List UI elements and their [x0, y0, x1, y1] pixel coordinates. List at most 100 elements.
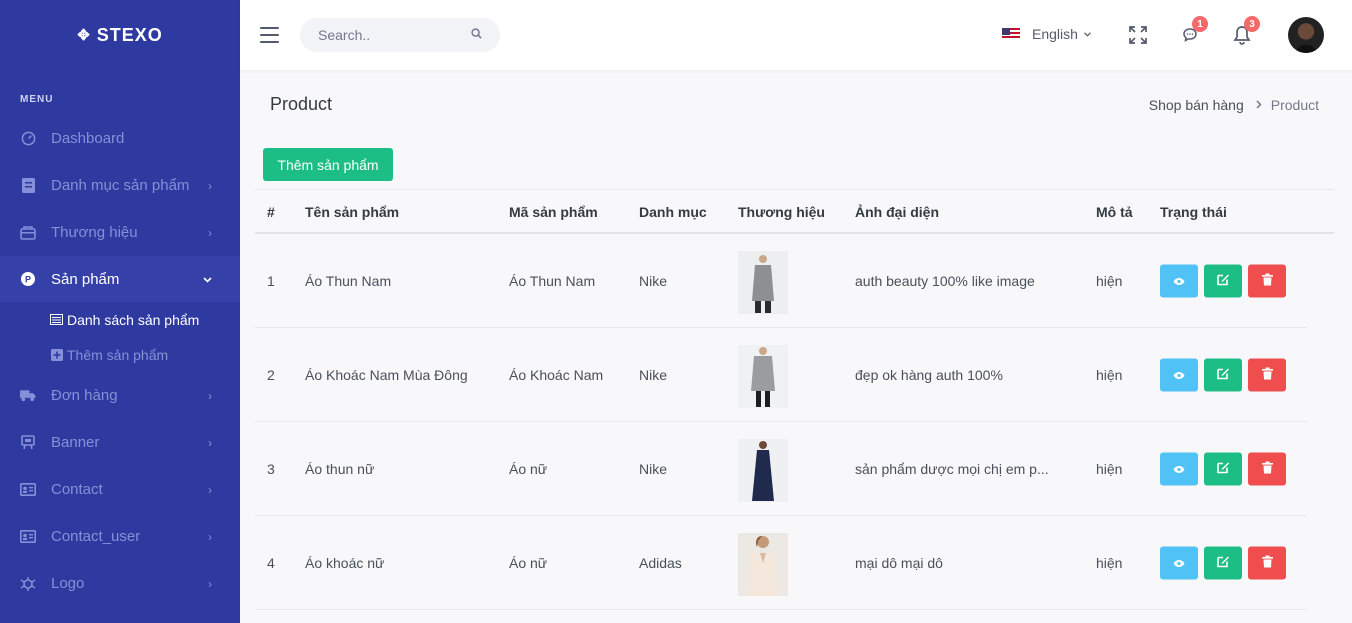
product-description: sản phẩm dược mọi chị em p... [855, 460, 1049, 477]
product-status: hiện [1096, 554, 1123, 571]
trash-icon [1261, 461, 1273, 476]
sidebar: ✥ STEXO MENU Dashboard Danh mục sản phẩm… [0, 0, 240, 623]
delete-button[interactable] [1248, 358, 1286, 391]
row-index: 4 [267, 554, 275, 571]
product-status: hiện [1096, 366, 1123, 383]
eye-icon [1173, 273, 1185, 288]
sidebar-item-dashboard[interactable]: Dashboard [0, 115, 240, 162]
notification-bell-icon[interactable]: 3 [1230, 16, 1260, 47]
row-actions [1160, 546, 1286, 579]
product-code: Áo Khoác Nam [509, 366, 604, 383]
notification-badge: 3 [1244, 16, 1260, 32]
breadcrumb-home-link[interactable]: Shop bán hàng [1149, 97, 1244, 113]
column-header: Trạng thái [1160, 204, 1227, 220]
sidebar-item-contact[interactable]: Contact › [0, 466, 240, 513]
sidebar-item-label: Sản phẩm [51, 270, 120, 288]
view-button[interactable] [1160, 264, 1198, 297]
product-thumbnail [738, 345, 788, 408]
brand-logo-icon: ✥ [77, 27, 91, 44]
language-selector[interactable]: English [1002, 26, 1091, 42]
row-index: 3 [267, 460, 275, 477]
product-table: # Tên sản phẩm Mã sản phẩm Danh mục Thươ… [255, 189, 1334, 610]
contact-user-icon [20, 529, 36, 545]
add-product-button[interactable]: Thêm sản phẩm [263, 148, 393, 181]
chevron-right-icon [1256, 98, 1262, 112]
product-category: Nike [639, 460, 668, 477]
table-row: 3 Áo thun nữ Áo nữ Nike sản phẩm dược mọ… [255, 422, 1307, 516]
product-status: hiện [1096, 460, 1123, 477]
sidebar-item-products[interactable]: P Sản phẩm [0, 256, 240, 302]
brand-logo[interactable]: ✥ STEXO [0, 0, 240, 70]
edit-button[interactable] [1204, 546, 1242, 579]
sidebar-subitem-label: Danh sách sản phẩm [67, 311, 200, 328]
search-icon[interactable] [471, 26, 482, 44]
sidebar-item-label: Thương hiệu [51, 224, 138, 241]
user-avatar[interactable] [1288, 17, 1324, 53]
edit-button[interactable] [1204, 264, 1242, 297]
edit-button[interactable] [1204, 358, 1242, 391]
sidebar-subitem-add-product[interactable]: Thêm sản phẩm [0, 337, 240, 372]
plus-square-icon [50, 348, 63, 361]
column-header: Mô tả [1096, 204, 1133, 220]
product-code: Áo nữ [509, 460, 548, 477]
table-row: 2 Áo Khoác Nam Mùa Đông Áo Khoác Nam Nik… [255, 328, 1307, 422]
page-title: Product [270, 94, 333, 114]
svg-text:P: P [25, 275, 31, 285]
us-flag-icon [1002, 28, 1020, 40]
eye-icon [1173, 367, 1185, 382]
category-icon [20, 178, 36, 194]
column-header: Danh mục [639, 204, 707, 220]
sidebar-item-contact-user[interactable]: Contact_user › [0, 513, 240, 560]
language-label: English [1032, 26, 1078, 42]
chevron-right-icon: › [208, 178, 212, 193]
product-description: mại dô mại dô [855, 554, 943, 571]
search-box [300, 18, 500, 52]
edit-icon [1216, 555, 1230, 571]
row-actions [1160, 264, 1286, 297]
sidebar-item-categories[interactable]: Danh mục sản phẩm › [0, 162, 240, 209]
view-button[interactable] [1160, 452, 1198, 485]
search-input[interactable] [318, 27, 468, 43]
sidebar-item-label: Banner [51, 434, 100, 451]
edit-icon [1216, 367, 1230, 383]
chevron-right-icon: › [208, 225, 212, 240]
delete-button[interactable] [1248, 264, 1286, 297]
sidebar-item-orders[interactable]: Đơn hàng › [0, 372, 240, 419]
view-button[interactable] [1160, 358, 1198, 391]
product-description: auth beauty 100% like image [855, 272, 1035, 289]
fullscreen-icon[interactable] [1126, 23, 1150, 47]
eye-icon [1173, 555, 1185, 570]
chat-icon[interactable]: 1 [1178, 16, 1208, 47]
trash-icon [1261, 367, 1273, 382]
sidebar-subitem-product-list[interactable]: Danh sách sản phẩm [0, 302, 240, 337]
edit-button[interactable] [1204, 452, 1242, 485]
column-header: Thương hiệu [738, 204, 825, 220]
product-code: Áo nữ [509, 554, 548, 571]
trash-icon [1261, 273, 1273, 288]
menu-title: MENU [20, 94, 54, 105]
sidebar-item-label: Contact [51, 481, 103, 498]
row-actions [1160, 452, 1286, 485]
product-category: Nike [639, 272, 668, 289]
chevron-right-icon: › [208, 388, 212, 403]
product-status: hiện [1096, 272, 1123, 289]
list-icon [50, 313, 63, 326]
sidebar-item-logo[interactable]: Logo › [0, 560, 240, 607]
logo-icon [20, 576, 36, 592]
brand-icon [20, 225, 36, 241]
product-description: đẹp ok hàng auth 100% [855, 366, 1003, 383]
product-name: Áo Khoác Nam Mùa Đông [305, 366, 468, 383]
product-name: Áo khoác nữ [305, 554, 385, 571]
chevron-right-icon: › [208, 435, 212, 450]
product-thumbnail [738, 439, 788, 502]
menu-toggle-icon[interactable] [260, 27, 279, 43]
view-button[interactable] [1160, 546, 1198, 579]
sidebar-item-brands[interactable]: Thương hiệu › [0, 209, 240, 256]
chevron-right-icon: › [208, 482, 212, 497]
table-header: # Tên sản phẩm Mã sản phẩm Danh mục Thươ… [255, 189, 1334, 234]
sidebar-item-banner[interactable]: Banner › [0, 419, 240, 466]
column-header: Ảnh đại diện [855, 204, 939, 220]
delete-button[interactable] [1248, 546, 1286, 579]
trash-icon [1261, 555, 1273, 570]
delete-button[interactable] [1248, 452, 1286, 485]
